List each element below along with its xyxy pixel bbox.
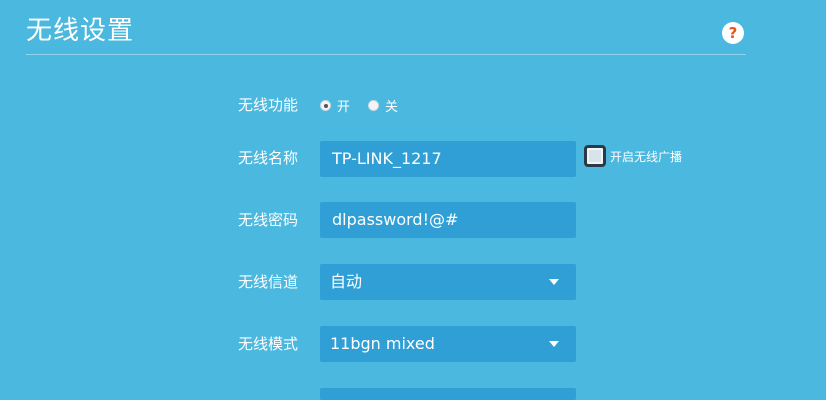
password-input[interactable]: dlpassword!@# (320, 202, 576, 238)
channel-select[interactable]: 自动 (320, 264, 576, 300)
title-divider (26, 54, 746, 55)
radio-on[interactable]: 开 (320, 96, 350, 115)
chevron-down-icon[interactable] (549, 341, 559, 347)
mode-select[interactable]: 11bgn mixed (320, 326, 576, 362)
password-label: 无线密码 (238, 211, 299, 229)
broadcast-label: 开启无线广播 (610, 149, 683, 164)
mode-value: 11bgn mixed (330, 334, 435, 353)
wireless-function-label: 无线功能 (238, 96, 299, 114)
ssid-input[interactable]: TP-LINK_1217 (320, 141, 576, 177)
checkbox-icon[interactable] (584, 145, 606, 167)
radio-off-label: 关 (385, 100, 399, 115)
radio-on-label: 开 (337, 100, 351, 115)
radio-on-icon[interactable] (320, 100, 331, 111)
chevron-down-icon[interactable] (549, 279, 559, 285)
wireless-function-radio-group: 开 关 (320, 96, 416, 115)
broadcast-checkbox[interactable]: 开启无线广播 (584, 145, 682, 167)
radio-off[interactable]: 关 (368, 96, 398, 115)
channel-value: 自动 (330, 272, 363, 291)
radio-off-icon[interactable] (368, 100, 380, 111)
channel-label: 无线信道 (238, 273, 299, 291)
page-title: 无线设置 (26, 16, 135, 46)
ssid-label: 无线名称 (238, 149, 299, 167)
mode-label: 无线模式 (238, 335, 299, 353)
next-row-select[interactable] (320, 388, 576, 400)
help-icon[interactable]: ? (722, 22, 744, 44)
